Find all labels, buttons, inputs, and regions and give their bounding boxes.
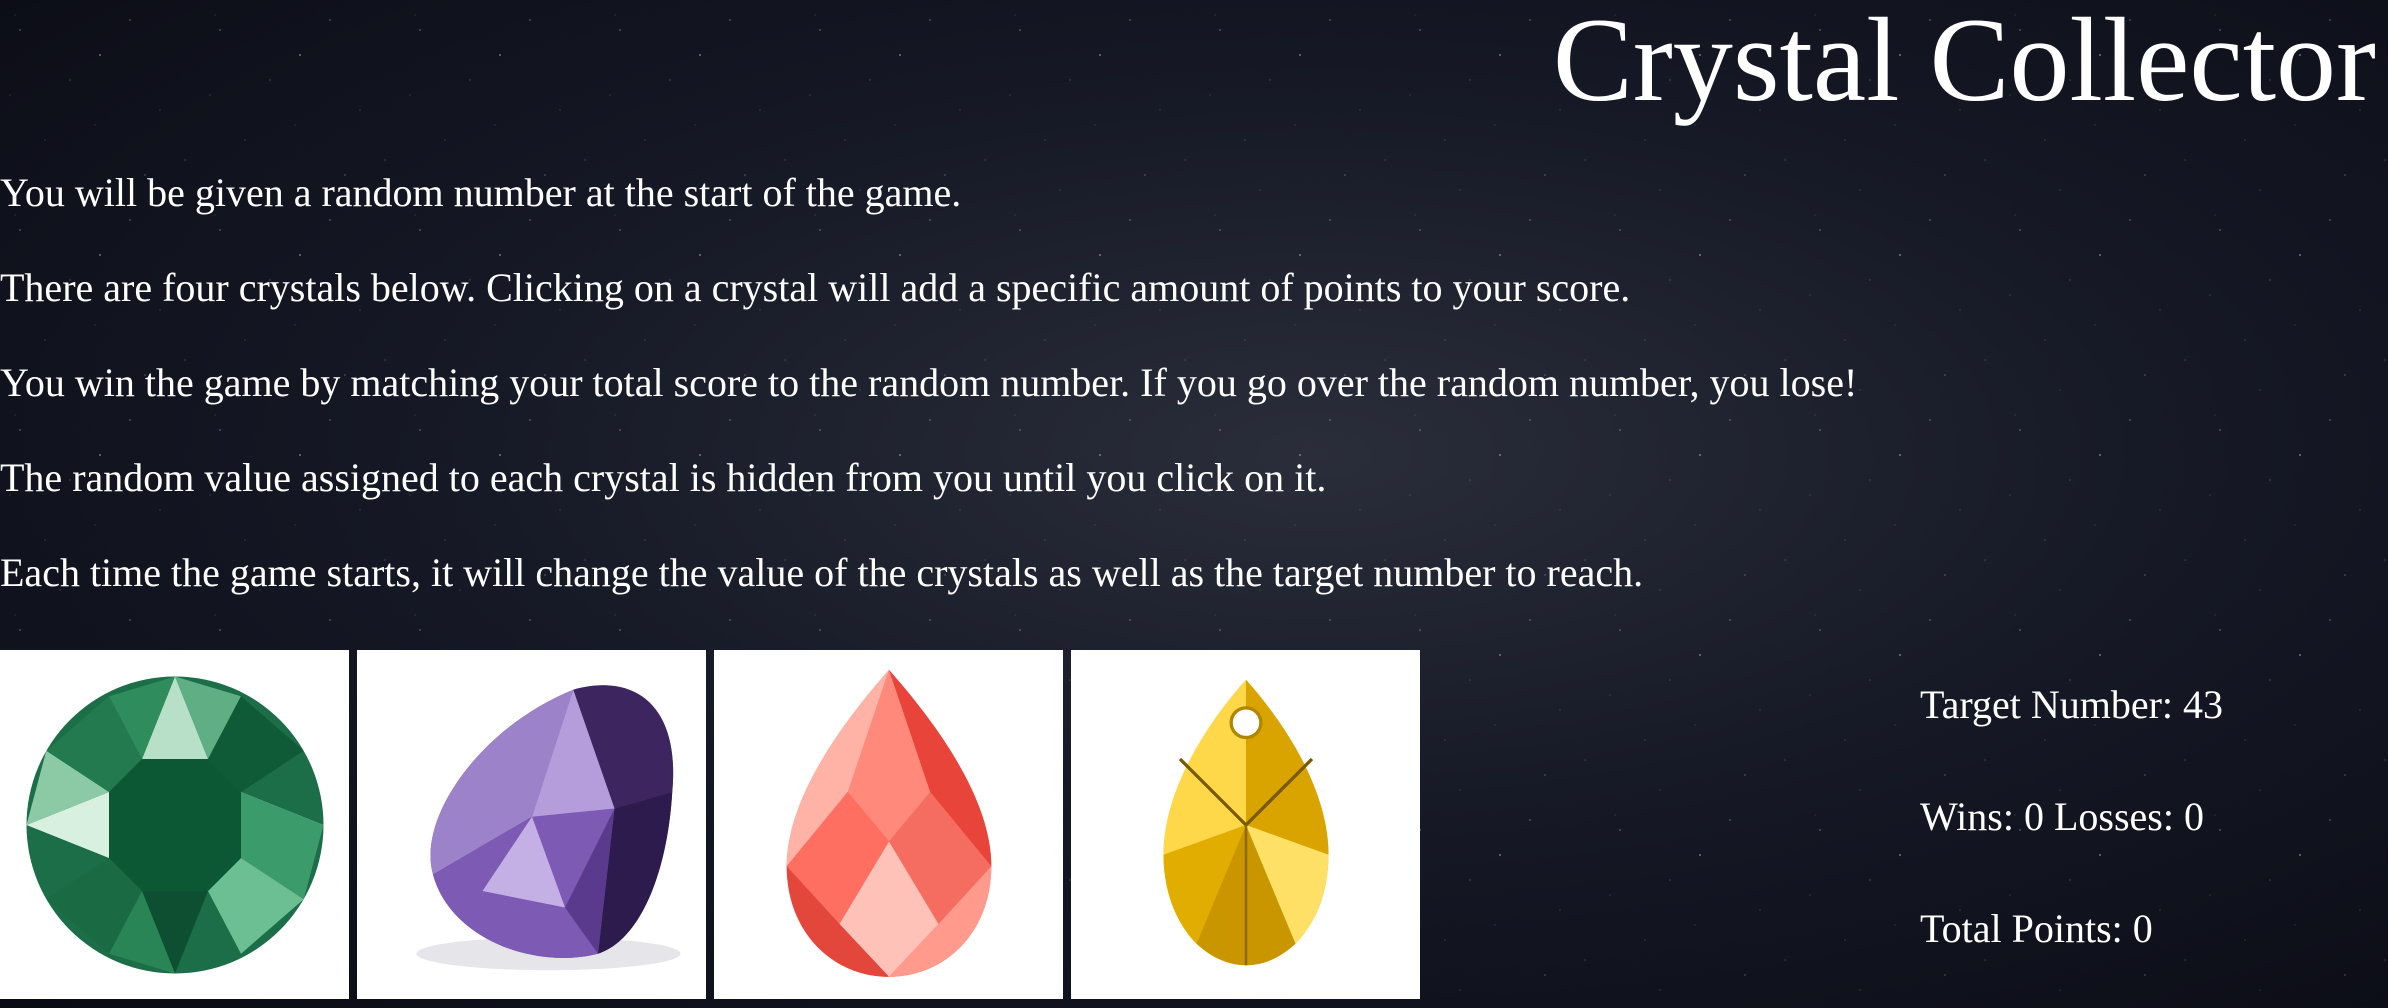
instruction-line: You win the game by matching your total … [0, 360, 1858, 405]
losses-label: Losses: [2053, 794, 2174, 839]
purple-crystal-button[interactable] [357, 650, 706, 999]
instruction-line: Each time the game starts, it will chang… [0, 550, 1644, 595]
game-page: { "title": "Crystal Collector", "instruc… [0, 0, 2388, 1008]
target-number: Target Number: 43 [1920, 680, 2223, 730]
purple-crystal-icon [416, 684, 680, 970]
losses-value: 0 [2183, 794, 2204, 839]
yellow-crystal-icon [1163, 679, 1328, 965]
red-crystal-button[interactable] [714, 650, 1063, 999]
crystal-row [0, 650, 1420, 999]
yellow-crystal-button[interactable] [1071, 650, 1420, 999]
total-points: Total Points: 0 [1920, 904, 2223, 954]
red-crystal-icon [786, 669, 991, 977]
instruction-line: There are four crystals below. Clicking … [0, 265, 1631, 310]
instruction-line: You will be given a random number at the… [0, 170, 962, 215]
target-number-value: 43 [2183, 682, 2224, 727]
scoreboard: Target Number: 43 Wins: 0 Losses: 0 Tota… [1920, 680, 2223, 1008]
total-points-value: 0 [2132, 906, 2153, 951]
wins-label: Wins: [1920, 794, 2014, 839]
page-title: Crystal Collector [1552, 0, 2376, 126]
total-points-label: Total Points: [1920, 906, 2123, 951]
green-crystal-button[interactable] [0, 650, 349, 999]
instructions: You will be given a random number at the… [0, 168, 2200, 643]
green-crystal-icon [26, 676, 323, 973]
instruction-line: The random value assigned to each crysta… [0, 455, 1327, 500]
win-loss-record: Wins: 0 Losses: 0 [1920, 792, 2223, 842]
wins-value: 0 [2023, 794, 2044, 839]
target-number-label: Target Number: [1920, 682, 2174, 727]
